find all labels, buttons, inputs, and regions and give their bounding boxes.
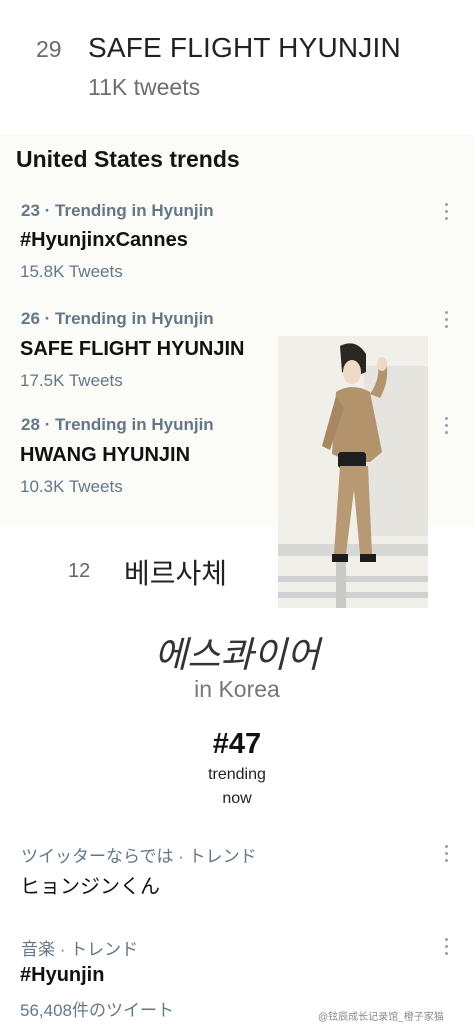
more-vertical-icon[interactable] (445, 203, 449, 224)
trend-name[interactable]: HWANG HYUNJIN (20, 444, 190, 467)
watermark: @铉辰成长记录馆_橙子家猫 (318, 1012, 444, 1023)
trending-label: trending (208, 766, 266, 783)
us-trends-header: United States trends (16, 146, 240, 172)
trend-rank: 12 (68, 560, 91, 582)
trend-count: 10.3K Tweets (20, 477, 123, 496)
more-vertical-icon[interactable] (445, 417, 449, 438)
trend-rank: 29 (36, 36, 62, 62)
trend-meta: 28 · Trending in Hyunjin (21, 415, 214, 434)
trend-count: 15.8K Tweets (20, 262, 123, 281)
hyunjin-photo (278, 336, 428, 608)
trending-label: now (222, 790, 252, 807)
trend-location: in Korea (194, 676, 280, 702)
trend-name[interactable]: #Hyunjin (20, 964, 104, 987)
trend-meta: 23 · Trending in Hyunjin (21, 201, 214, 220)
more-vertical-icon[interactable] (445, 938, 449, 959)
tweet-count: 11K tweets (88, 74, 201, 100)
trend-name[interactable]: ヒョンジンくん (20, 870, 160, 899)
trend-rank: #47 (212, 728, 262, 760)
trend-meta: 26 · Trending in Hyunjin (21, 309, 214, 328)
trend-name[interactable]: #HyunjinxCannes (20, 229, 188, 252)
trend-meta: ツイッターならでは · トレンド (21, 847, 257, 866)
trend-title[interactable]: 베르사체 (124, 552, 227, 592)
trend-meta: 音楽 · トレンド (21, 940, 139, 959)
trend-name[interactable]: SAFE FLIGHT HYUNJIN (20, 338, 244, 361)
trend-count: 17.5K Tweets (20, 371, 123, 390)
more-vertical-icon[interactable] (445, 311, 449, 332)
trend-title[interactable]: SAFE FLIGHT HYUNJIN (88, 32, 401, 64)
trend-title[interactable]: 에스콰이어 (0, 626, 474, 678)
trend-count: 56,408件のツイート (20, 1001, 174, 1020)
more-vertical-icon[interactable] (445, 845, 449, 866)
